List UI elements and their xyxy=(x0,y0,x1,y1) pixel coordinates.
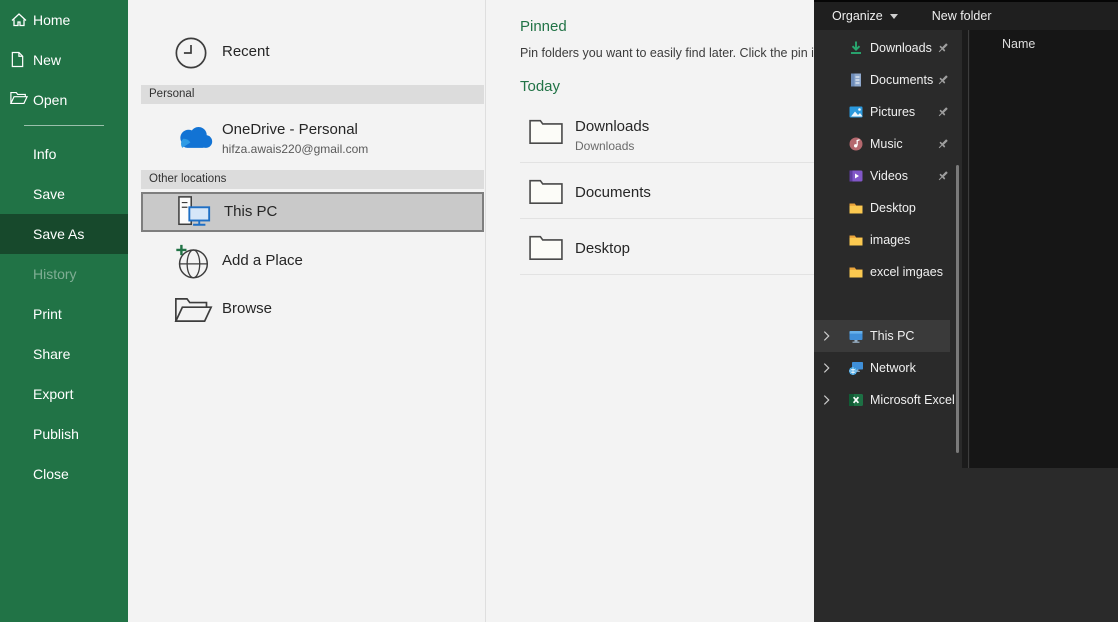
nav-item-videos[interactable]: Videos xyxy=(814,160,962,192)
sidebar-item-info[interactable]: Info xyxy=(0,134,128,174)
pinned-folder-downloads[interactable]: Downloads Downloads xyxy=(486,108,814,162)
pin-icon[interactable] xyxy=(936,105,950,119)
computer-icon xyxy=(848,328,864,344)
onedrive-cloud-icon xyxy=(174,124,214,150)
save-as-places-panel: Recent Personal OneDrive - Personal hifz… xyxy=(128,0,486,622)
browse-folder-icon xyxy=(174,295,213,325)
pin-icon[interactable] xyxy=(936,137,950,151)
pin-icon[interactable] xyxy=(936,41,950,55)
backstage-sidebar: Home New Open Info Save Save As History … xyxy=(0,0,128,622)
clock-icon xyxy=(174,36,208,70)
chevron-right-icon[interactable] xyxy=(823,331,830,342)
pinned-title: Pinned xyxy=(520,18,567,35)
sidebar-item-publish[interactable]: Publish xyxy=(0,414,128,454)
divider xyxy=(520,274,814,275)
add-place-row[interactable]: Add a Place xyxy=(141,240,484,284)
pin-icon[interactable] xyxy=(936,169,950,183)
network-icon xyxy=(848,360,864,376)
new-document-icon xyxy=(10,51,28,69)
onedrive-email: hifza.awais220@gmail.com xyxy=(222,142,368,156)
browse-label: Browse xyxy=(222,300,272,317)
onedrive-title: OneDrive - Personal xyxy=(222,121,358,138)
sidebar-item-new[interactable]: New xyxy=(0,40,128,80)
tree-item-this-pc[interactable]: This PC xyxy=(814,320,950,352)
sidebar-item-history[interactable]: History xyxy=(0,254,128,294)
sidebar-item-close[interactable]: Close xyxy=(0,454,128,494)
organize-button[interactable]: Organize xyxy=(832,9,898,23)
open-folder-icon xyxy=(10,91,28,109)
recent-label: Recent xyxy=(222,43,270,60)
chevron-down-icon xyxy=(890,14,898,19)
document-icon xyxy=(848,72,864,88)
nav-item-excel-imgaes[interactable]: excel imgaes xyxy=(814,256,962,288)
folder-icon xyxy=(848,200,864,216)
this-pc-icon xyxy=(176,195,214,229)
folder-icon xyxy=(848,232,864,248)
dialog-file-list: Name xyxy=(970,30,1118,468)
music-icon xyxy=(848,136,864,152)
sidebar-item-print[interactable]: Print xyxy=(0,294,128,334)
nav-item-pictures[interactable]: Pictures xyxy=(814,96,962,128)
other-locations-header: Other locations xyxy=(141,170,484,189)
folder-icon xyxy=(848,264,864,280)
recent-row[interactable]: Recent xyxy=(141,28,484,78)
home-icon xyxy=(10,11,28,29)
dialog-nav-pane: Downloads Documents Pictures xyxy=(814,30,962,468)
nav-item-documents[interactable]: Documents xyxy=(814,64,962,96)
new-folder-button[interactable]: New folder xyxy=(932,9,992,23)
this-pc-label: This PC xyxy=(224,203,277,220)
sidebar-item-export[interactable]: Export xyxy=(0,374,128,414)
nav-item-images[interactable]: images xyxy=(814,224,962,256)
folder-icon xyxy=(528,116,564,146)
sidebar-item-share[interactable]: Share xyxy=(0,334,128,374)
onedrive-row[interactable]: OneDrive - Personal hifza.awais220@gmail… xyxy=(141,108,484,166)
divider xyxy=(520,218,814,219)
folder-icon xyxy=(528,176,564,206)
this-pc-row[interactable]: This PC xyxy=(141,192,484,232)
sidebar-menu-group: Info Save Save As History Print Share Ex… xyxy=(0,134,128,494)
nav-item-downloads[interactable]: Downloads xyxy=(814,32,962,64)
chevron-right-icon[interactable] xyxy=(823,395,830,406)
nav-scrollbar[interactable] xyxy=(956,165,959,453)
sidebar-item-home[interactable]: Home xyxy=(0,0,128,40)
today-title: Today xyxy=(520,78,560,95)
pinned-folders-panel: Pinned Pin folders you want to easily fi… xyxy=(486,0,814,622)
sidebar-top-group: Home New Open xyxy=(0,0,128,120)
videos-icon xyxy=(848,168,864,184)
browse-row[interactable]: Browse xyxy=(141,288,484,332)
tree-item-microsoft-excel[interactable]: Microsoft Excel xyxy=(814,384,962,416)
pictures-icon xyxy=(848,104,864,120)
add-place-label: Add a Place xyxy=(222,252,303,269)
personal-section-header: Personal xyxy=(141,85,484,104)
pin-icon[interactable] xyxy=(936,73,950,87)
pinned-folder-desktop[interactable]: Desktop xyxy=(486,224,814,274)
excel-backstage-save-as: Home New Open Info Save Save As History … xyxy=(0,0,1118,622)
divider xyxy=(520,162,814,163)
dialog-toolbar: Organize New folder xyxy=(814,0,1118,30)
nav-item-desktop[interactable]: Desktop xyxy=(814,192,962,224)
dialog-bottom-bar: File name: Save as type: SYLK (Symbolic … xyxy=(814,468,1118,622)
nav-item-music[interactable]: Music xyxy=(814,128,962,160)
sidebar-item-save-as[interactable]: Save As xyxy=(0,214,128,254)
folder-icon xyxy=(528,232,564,262)
pinned-description: Pin folders you want to easily find late… xyxy=(520,46,814,60)
pane-splitter[interactable] xyxy=(968,30,969,468)
add-place-globe-icon xyxy=(174,244,211,281)
name-column-header[interactable]: Name xyxy=(1002,37,1035,51)
chevron-right-icon[interactable] xyxy=(823,363,830,374)
save-dialog: Organize New folder Downloads xyxy=(814,0,1118,622)
sidebar-divider xyxy=(24,125,104,126)
download-icon xyxy=(848,40,864,56)
sidebar-item-save[interactable]: Save xyxy=(0,174,128,214)
excel-icon xyxy=(848,392,864,408)
sidebar-item-open[interactable]: Open xyxy=(0,80,128,120)
pinned-folder-documents[interactable]: Documents xyxy=(486,168,814,218)
tree-item-network[interactable]: Network xyxy=(814,352,962,384)
